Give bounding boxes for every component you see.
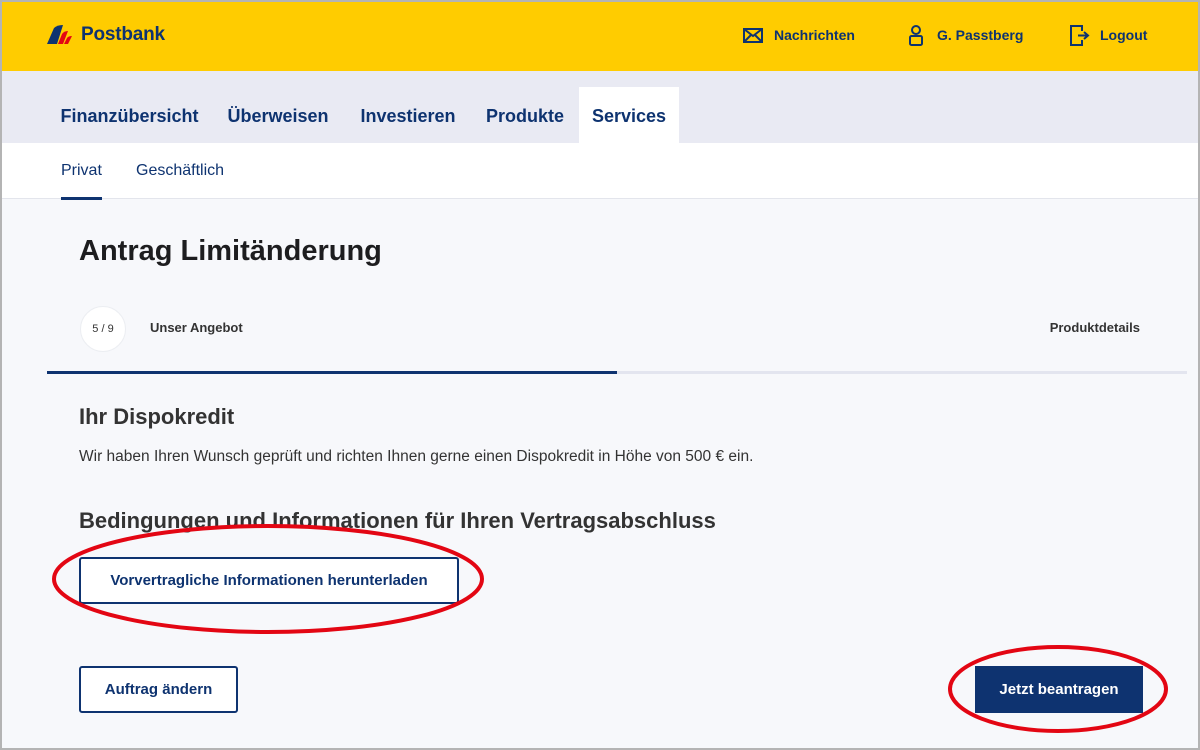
step-progress-bar <box>47 371 1187 374</box>
logout-label: Logout <box>1100 27 1148 43</box>
subtab-privat[interactable]: Privat <box>61 162 102 200</box>
download-precontract-info-button[interactable]: Vorvertragliche Informationen herunterla… <box>79 557 459 604</box>
top-bar: Postbank Nachrichten G. Passtberg Logout <box>2 2 1198 71</box>
mail-icon <box>743 28 763 43</box>
user-icon <box>909 25 923 46</box>
main-navigation: Finanzübersicht Überweisen Investieren P… <box>2 71 1198 143</box>
tab-produkte[interactable]: Produkte <box>474 87 576 143</box>
brand-name: Postbank <box>81 24 165 45</box>
user-profile-link[interactable]: G. Passtberg <box>905 24 1023 46</box>
tab-ueberweisen[interactable]: Überweisen <box>214 87 342 143</box>
step-indicator: 5 / 9 <box>80 306 126 352</box>
next-step-label: Produktdetails <box>1049 320 1140 335</box>
page-title: Antrag Limitänderung <box>79 235 382 267</box>
messages-label: Nachrichten <box>774 27 855 43</box>
dispokredit-heading: Ihr Dispokredit <box>79 404 235 429</box>
step-progress-fill <box>47 371 617 374</box>
conditions-heading: Bedingungen und Informationen für Ihren … <box>79 508 716 533</box>
tab-finanzuebersicht[interactable]: Finanzübersicht <box>47 87 212 143</box>
submit-application-button[interactable]: Jetzt beantragen <box>975 666 1143 713</box>
tab-investieren[interactable]: Investieren <box>347 87 469 143</box>
user-name: G. Passtberg <box>937 27 1024 43</box>
sub-navigation: Privat Geschäftlich <box>2 143 1198 200</box>
tab-services[interactable]: Services <box>579 87 679 143</box>
messages-link[interactable]: Nachrichten <box>742 24 855 46</box>
postbank-logo-icon <box>47 25 72 44</box>
subtab-geschaeftlich[interactable]: Geschäftlich <box>136 162 224 180</box>
postbank-logo[interactable]: Postbank <box>45 24 165 46</box>
logout-link[interactable]: Logout <box>1068 24 1147 46</box>
change-order-button[interactable]: Auftrag ändern <box>79 666 238 713</box>
current-step-label: Unser Angebot <box>150 320 243 335</box>
dispokredit-text: Wir haben Ihren Wunsch geprüft und richt… <box>79 448 754 465</box>
logout-icon <box>1070 25 1090 46</box>
